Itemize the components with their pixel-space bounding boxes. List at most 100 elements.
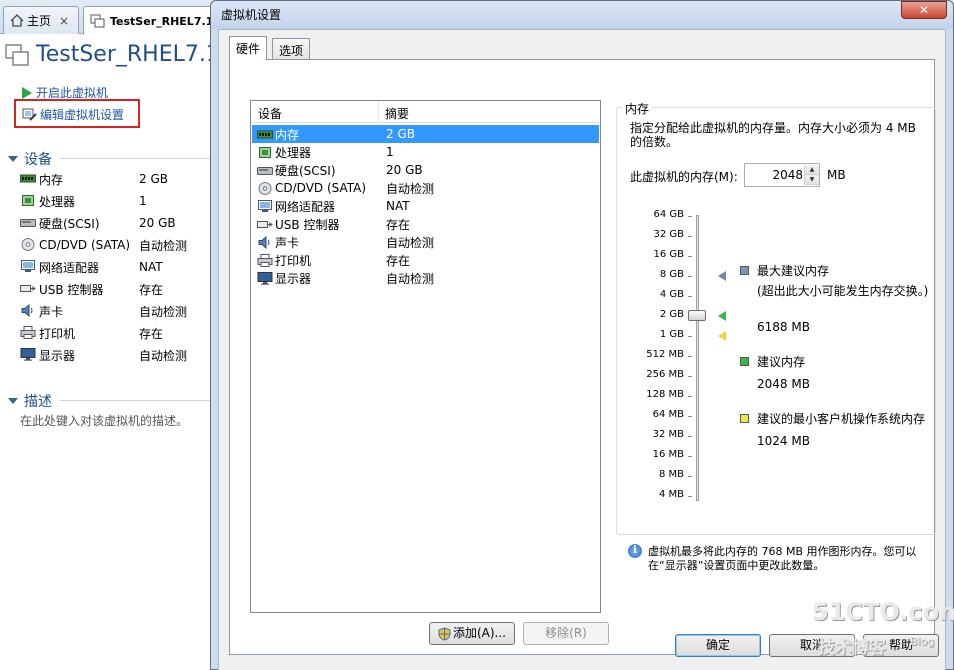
play-icon [22, 86, 32, 99]
memory-scale-tick [688, 376, 692, 377]
network-adapter-icon [257, 199, 273, 213]
device-summary: 自动检测 [139, 238, 188, 253]
vm-icon [90, 14, 105, 28]
device-summary: 自动检测 [386, 235, 435, 250]
edit-settings-link[interactable]: 编辑虚拟机设置 [22, 106, 124, 123]
device-summary: 存在 [386, 253, 411, 268]
edit-settings-label: 编辑虚拟机设置 [40, 108, 125, 122]
memory-slider-thumb[interactable] [688, 310, 706, 321]
tab-home[interactable]: 主页 × [3, 6, 79, 34]
device-summary: 20 GB [139, 216, 176, 230]
memory-field-label: 此虚拟机的内存(M): [630, 170, 738, 184]
device-list-row[interactable]: CD/DVD (SATA) 自动检测 [252, 179, 599, 197]
device-list-row[interactable]: 处理器 1 [252, 143, 599, 161]
recommended-marker-icon [718, 311, 726, 321]
device-list-row[interactable]: 网络适配器 NAT [252, 197, 599, 215]
tab-vm[interactable]: TestSer_RHEL7.1(… [83, 6, 223, 35]
device-list-row[interactable]: 打印机 存在 [252, 251, 599, 269]
device-summary-row[interactable]: USB 控制器 存在 [20, 278, 210, 300]
graphics-memory-info: 虚拟机最多将此内存的 768 MB 用作图形内存。您可以在“显示器”设置页面中更… [648, 545, 917, 572]
memory-scale-label: 64 MB [652, 409, 684, 420]
description-placeholder[interactable]: 在此处键入对该虚拟机的描述。 [20, 412, 188, 429]
device-list[interactable]: 设备 摘要 内存 2 GB 处理器 1 硬盘(SCSI) 20 GB CD/DVD (SAT… [250, 100, 601, 613]
column-header-summary[interactable]: 摘要 [385, 105, 409, 122]
device-summary: 20 GB [386, 163, 423, 177]
device-name: 显示器 [39, 348, 76, 363]
hard-disk-icon [257, 164, 273, 177]
tab-hardware[interactable]: 硬件 [229, 36, 268, 60]
device-summary-row[interactable]: 显示器 自动检测 [20, 344, 210, 366]
description-section-header[interactable]: 描述 [8, 391, 52, 411]
display-icon [257, 271, 273, 285]
column-divider[interactable] [378, 101, 379, 123]
memory-scale-label: 64 GB [653, 209, 684, 220]
tab-options[interactable]: 选项 [272, 38, 311, 60]
add-device-button[interactable]: 添加(A)... [429, 622, 515, 645]
device-list-row[interactable]: USB 控制器 存在 [252, 215, 599, 233]
hard-disk-icon [20, 216, 36, 230]
device-summary-row[interactable]: 声卡 自动检测 [20, 300, 210, 322]
memory-input[interactable]: 2048 [745, 168, 803, 182]
device-summary-row[interactable]: 硬盘(SCSI) 20 GB [20, 212, 210, 234]
devices-heading: 设备 [24, 152, 52, 168]
sound-card-icon [20, 303, 36, 318]
memory-scale-label: 32 MB [652, 429, 684, 440]
vm-icon [5, 44, 29, 66]
stepper-up-icon[interactable]: ▲ [805, 165, 819, 175]
usb-icon [20, 282, 36, 296]
device-summary: 1 [386, 145, 394, 159]
memory-scale-tick [688, 336, 692, 337]
memory-scale-label: 8 GB [659, 269, 684, 280]
memory-group-title: 内存 [622, 100, 653, 117]
device-name: 网络适配器 [39, 260, 100, 275]
device-name: 硬盘(SCSI) [275, 163, 336, 178]
remove-device-button[interactable]: 移除(R) [523, 622, 609, 645]
device-summary-row[interactable]: 内存 2 GB [20, 168, 210, 190]
close-icon[interactable]: × [59, 14, 69, 28]
device-summary: 2 GB [386, 127, 415, 141]
device-name: CD/DVD (SATA) [39, 238, 131, 252]
display-icon [20, 348, 36, 362]
close-button[interactable]: ✕ [901, 1, 947, 19]
printer-icon [257, 253, 273, 267]
memory-slider-track[interactable] [696, 215, 699, 501]
device-list-row[interactable]: 声卡 自动检测 [252, 233, 599, 251]
device-name: 显示器 [275, 271, 312, 286]
device-summary: 存在 [139, 326, 164, 341]
device-summary-row[interactable]: CD/DVD (SATA) 自动检测 [20, 234, 210, 256]
stepper-down-icon[interactable]: ▼ [805, 175, 819, 185]
dialog-title: 虚拟机设置 [221, 8, 282, 22]
device-name: 内存 [275, 127, 300, 142]
dialog-titlebar: 虚拟机设置 ✕ [211, 1, 953, 29]
memory-stepper[interactable]: 2048 ▲ ▼ [744, 163, 820, 187]
collapse-icon [8, 398, 18, 404]
device-list-row[interactable]: 显示器 自动检测 [252, 269, 599, 287]
device-name: 硬盘(SCSI) [39, 216, 100, 231]
edit-settings-icon [22, 108, 37, 121]
memory-scale-label: 1 GB [659, 329, 684, 340]
device-summary-row[interactable]: 处理器 1 [20, 190, 210, 212]
cd-dvd-icon [20, 238, 36, 252]
cpu-icon [20, 194, 36, 208]
memory-scale-tick [688, 496, 692, 497]
ok-button[interactable]: 确定 [675, 634, 761, 657]
device-list-row[interactable]: 硬盘(SCSI) 20 GB [252, 161, 599, 179]
device-name: USB 控制器 [39, 282, 104, 297]
device-name: USB 控制器 [275, 217, 340, 232]
device-summary: 存在 [139, 282, 164, 297]
devices-section-header[interactable]: 设备 [8, 149, 52, 169]
memory-scale-label: 512 MB [646, 349, 684, 360]
column-header-device[interactable]: 设备 [258, 105, 282, 122]
memory-scale-tick [688, 436, 692, 437]
memory-scale-label: 2 GB [659, 309, 684, 320]
device-summary-row[interactable]: 打印机 存在 [20, 322, 210, 344]
device-name: 网络适配器 [275, 199, 336, 214]
device-summary: NAT [386, 199, 410, 213]
watermark-blog: Blog [910, 635, 935, 648]
device-summary: 存在 [386, 217, 411, 232]
vm-settings-dialog: 虚拟机设置 ✕ 硬件 选项 设备 摘要 内存 2 GB 处理器 1 硬盘(SCSI) 20… [210, 0, 954, 670]
device-list-row[interactable]: 内存 2 GB [252, 125, 599, 143]
memory-scale-label: 32 GB [653, 229, 684, 240]
device-summary-row[interactable]: 网络适配器 NAT [20, 256, 210, 278]
memory-scale-tick [688, 276, 692, 277]
